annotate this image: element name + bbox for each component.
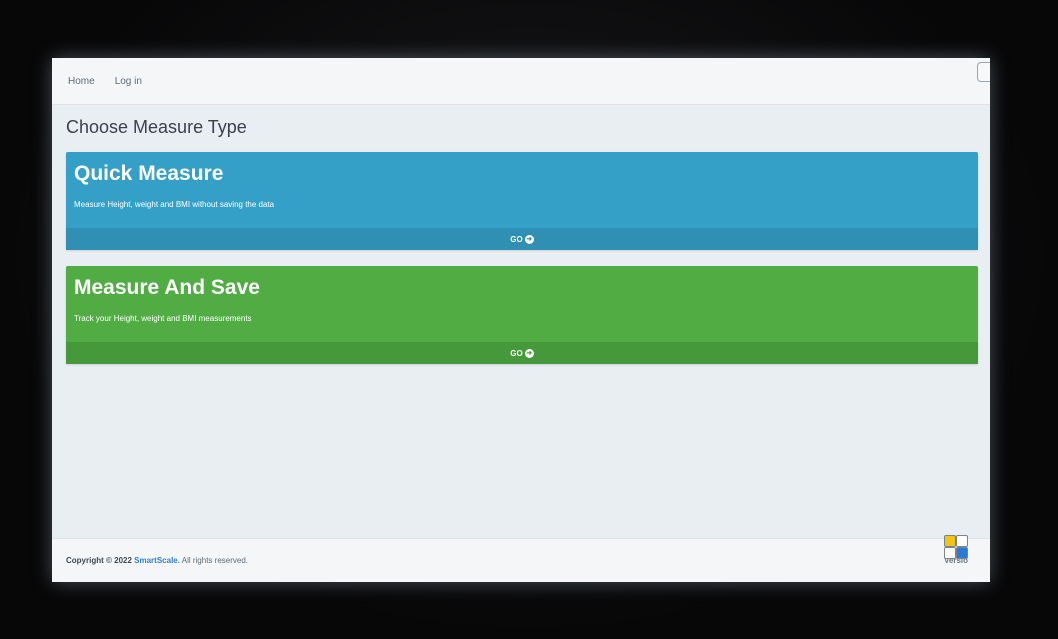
debug-square-icon	[956, 535, 968, 547]
arrow-circle-right-icon: ➜	[524, 234, 534, 244]
debug-square-icon	[956, 547, 968, 559]
quick-measure-title: Quick Measure	[74, 162, 224, 185]
nav-login-link[interactable]: Log in	[115, 76, 142, 87]
measure-and-save-title: Measure And Save	[74, 276, 260, 299]
quick-measure-card-body: Quick Measure Measure Height, weight and…	[66, 152, 978, 228]
top-navbar: Home Log in	[52, 58, 990, 105]
measure-and-save-go-button[interactable]: GO ➜	[66, 342, 978, 364]
measure-and-save-go-label: GO	[510, 348, 523, 358]
quick-measure-description: Measure Height, weight and BMI without s…	[74, 200, 275, 209]
quick-measure-go-label: GO	[510, 234, 523, 244]
measure-and-save-description: Track your Height, weight and BMI measur…	[74, 314, 252, 323]
brand-link[interactable]: SmartScale.	[134, 556, 180, 565]
arrow-circle-right-icon: ➜	[524, 348, 534, 358]
quick-measure-card: Quick Measure Measure Height, weight and…	[66, 152, 978, 250]
main-content: Choose Measure Type Quick Measure Measur…	[52, 117, 990, 364]
nav-home-link[interactable]: Home	[68, 76, 95, 87]
page-title: Choose Measure Type	[66, 117, 247, 137]
measure-and-save-card-body: Measure And Save Track your Height, weig…	[66, 266, 978, 342]
app-screen: Home Log in Choose Measure Type Quick Me…	[52, 58, 990, 582]
side-panel-toggle[interactable]	[977, 62, 990, 82]
rights-text: All rights reserved.	[181, 556, 248, 565]
copyright-text: Copyright © 2022 SmartScale. All rights …	[66, 556, 248, 565]
debug-square-icon	[944, 535, 956, 547]
debug-toolbar-widget[interactable]	[942, 533, 970, 561]
quick-measure-go-button[interactable]: GO ➜	[66, 228, 978, 250]
copyright-prefix: Copyright © 2022	[66, 556, 132, 565]
measure-and-save-card: Measure And Save Track your Height, weig…	[66, 266, 978, 364]
page-footer: Copyright © 2022 SmartScale. All rights …	[52, 535, 990, 582]
debug-square-icon	[944, 547, 956, 559]
